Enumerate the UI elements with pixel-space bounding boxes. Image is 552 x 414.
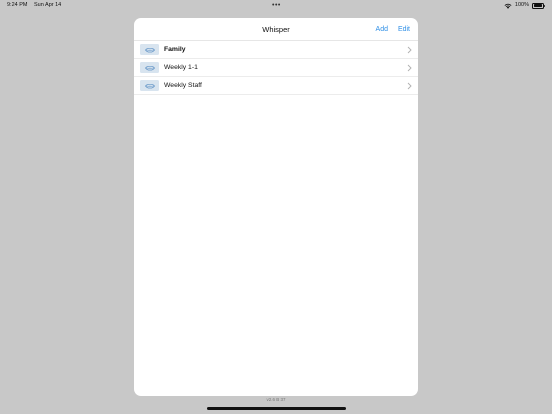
list-item-family[interactable]: Family xyxy=(134,41,418,59)
whisper-lips-icon xyxy=(144,65,155,70)
status-right: 100% xyxy=(504,0,545,11)
chevron-right-icon xyxy=(407,64,412,72)
row-thumbnail xyxy=(140,62,159,73)
row-thumbnail xyxy=(140,44,159,55)
status-time: 9:24 PM xyxy=(7,2,28,8)
edit-button[interactable]: Edit xyxy=(398,18,410,41)
version-label: v2.6 B 37 xyxy=(266,397,286,402)
nav-bar: Whisper Add Edit xyxy=(134,18,418,41)
main-sheet: Whisper Add Edit Family Weekly 1-1 Weekl… xyxy=(134,18,418,396)
list-item-label: Weekly 1-1 xyxy=(164,64,198,71)
multitasking-dots[interactable]: ••• xyxy=(272,0,281,11)
whisper-lips-icon xyxy=(144,47,155,52)
list-item-label: Family xyxy=(164,46,186,53)
chevron-right-icon xyxy=(407,82,412,90)
home-indicator[interactable] xyxy=(207,407,346,410)
battery-fill xyxy=(533,4,543,7)
add-button[interactable]: Add xyxy=(376,18,388,41)
battery-icon xyxy=(532,2,545,9)
list-item-weekly-staff[interactable]: Weekly Staff xyxy=(134,77,418,95)
status-date: Sun Apr 14 xyxy=(34,2,62,8)
list-item-label: Weekly Staff xyxy=(164,82,202,89)
battery-percent: 100% xyxy=(514,2,529,8)
chevron-right-icon xyxy=(407,46,412,54)
wifi-icon xyxy=(504,3,512,9)
row-thumbnail xyxy=(140,80,159,91)
list: Family Weekly 1-1 Weekly Staff xyxy=(134,41,418,95)
screen: 9:24 PM Sun Apr 14 ••• 100% Whisper Add … xyxy=(0,0,552,414)
whisper-lips-icon xyxy=(144,83,155,88)
status-bar: 9:24 PM Sun Apr 14 ••• 100% xyxy=(0,0,552,11)
status-left: 9:24 PM Sun Apr 14 xyxy=(7,0,66,11)
list-item-weekly-1-1[interactable]: Weekly 1-1 xyxy=(134,59,418,77)
